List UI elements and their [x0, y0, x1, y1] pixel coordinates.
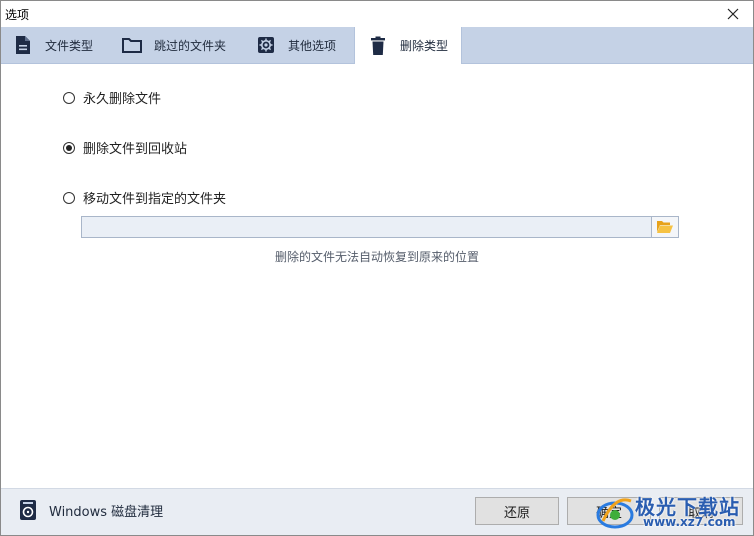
option-label: 删除文件到回收站 [83, 142, 188, 157]
tab-file-types[interactable]: 文件类型 [13, 27, 93, 63]
document-icon [13, 35, 33, 55]
open-folder-icon [657, 221, 673, 233]
option-recycle-bin[interactable]: 删除文件到回收站 [63, 138, 187, 157]
option-move-to-folder[interactable]: 移动文件到指定的文件夹 [63, 188, 226, 207]
gear-icon [256, 35, 276, 55]
target-folder-input[interactable] [82, 217, 652, 237]
tab-skipped-folders[interactable]: 跳过的文件夹 [122, 27, 226, 63]
restore-button[interactable]: 还原 [475, 497, 559, 525]
windows-disk-cleanup-link[interactable]: Windows 磁盘清理 [19, 499, 163, 521]
browse-folder-button[interactable] [651, 217, 678, 237]
close-button[interactable] [713, 1, 753, 27]
dialog-footer: Windows 磁盘清理 还原 确定 取消 极光下载站 www.xz7.com [1, 488, 753, 535]
window-title: 选项 [5, 8, 30, 22]
tab-delete-type[interactable]: 删除类型 [354, 27, 462, 64]
ok-button[interactable]: 确定 [567, 497, 651, 525]
tab-label: 删除类型 [400, 39, 449, 53]
folder-icon [122, 35, 142, 55]
disk-cleanup-icon [20, 500, 36, 520]
tab-strip: 文件类型 跳过的文件夹 其他选项 删除类型 [1, 27, 753, 64]
delete-hint-text: 删除的文件无法自动恢复到原来的位置 [274, 250, 479, 264]
title-bar: 选项 [1, 1, 753, 27]
delete-type-panel: 永久删除文件 删除文件到回收站 移动文件到指定的文件夹 删除的文件无法自动恢复到… [1, 64, 753, 491]
tab-label: 跳过的文件夹 [154, 38, 227, 53]
tab-other-options[interactable]: 其他选项 [256, 27, 336, 63]
close-icon [727, 8, 739, 20]
option-permanent-delete[interactable]: 永久删除文件 [63, 88, 161, 107]
tab-label: 文件类型 [45, 38, 94, 53]
disk-cleanup-label: Windows 磁盘清理 [49, 504, 164, 520]
tab-label: 其他选项 [288, 38, 337, 53]
radio-button[interactable] [63, 191, 75, 204]
target-folder-field [81, 216, 679, 238]
option-label: 移动文件到指定的文件夹 [83, 192, 227, 207]
cancel-button[interactable]: 取消 [659, 497, 743, 525]
radio-button[interactable] [63, 91, 75, 104]
option-label: 永久删除文件 [83, 92, 162, 107]
trash-icon [368, 36, 388, 56]
options-dialog: 选项 文件类型 跳过的文件夹 其他选项 删除类型 永久删除文件 删除文件到回收站… [0, 0, 754, 536]
radio-button-selected[interactable] [63, 141, 75, 154]
